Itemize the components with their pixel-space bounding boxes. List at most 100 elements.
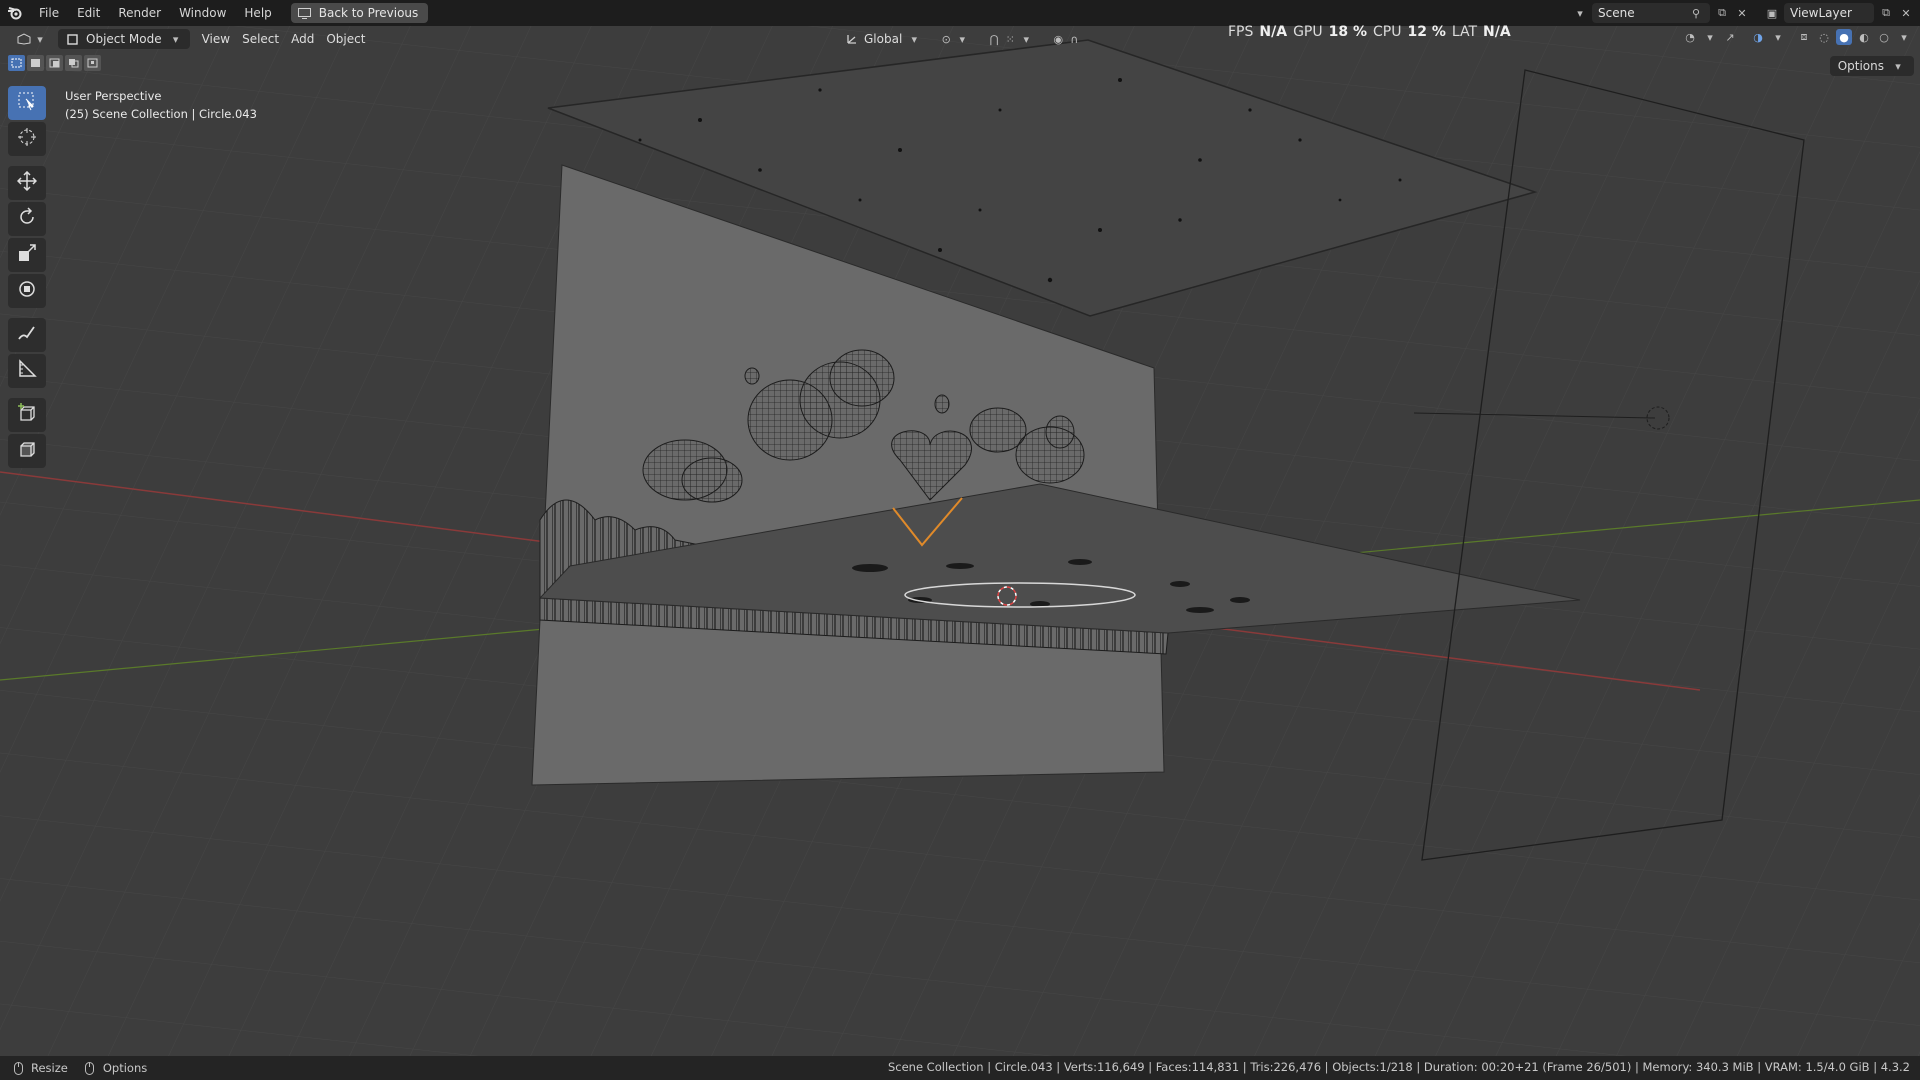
delete-view-layer-icon[interactable]: ✕ — [1898, 5, 1914, 21]
move-tool[interactable] — [8, 166, 46, 200]
chevron-down-icon: ▾ — [172, 32, 179, 46]
rendered-shading-icon[interactable]: ○ — [1876, 29, 1892, 45]
back-to-previous-button[interactable]: Back to Previous — [290, 3, 429, 23]
pivot-icon: ⊙ — [941, 32, 951, 46]
menu-object[interactable]: Object — [320, 29, 371, 49]
chevron-down-icon: ▾ — [911, 32, 918, 46]
perspective-label: User Perspective — [65, 89, 162, 103]
scene-name: Scene — [1598, 6, 1635, 20]
blender-window: File Edit Render Window Help Back to Pre… — [0, 0, 1920, 1080]
proportional-icon: ◉ — [1053, 32, 1064, 46]
resize-hint: Resize — [10, 1060, 68, 1076]
viewport-header: ▾ Object Mode ▾ View Select Add Object G… — [0, 26, 1920, 52]
add-cube-tool[interactable] — [8, 398, 46, 432]
scene-field[interactable]: Scene ⚲ — [1592, 3, 1710, 23]
wireframe-shading-icon[interactable]: ◌ — [1816, 29, 1832, 45]
add-cube-2-tool[interactable] — [8, 434, 46, 468]
gizmo-icon[interactable]: ↗ — [1722, 29, 1738, 45]
cpu-label: CPU — [1373, 24, 1402, 40]
orientation-label: Global — [864, 32, 903, 46]
menu-view[interactable]: View — [196, 29, 236, 49]
chevron-down-icon: ▾ — [959, 32, 966, 46]
transform-tool[interactable] — [8, 274, 46, 308]
delete-scene-icon[interactable]: ✕ — [1734, 5, 1750, 21]
editor-type-button[interactable]: ▾ — [10, 29, 54, 49]
mouse-right-icon — [82, 1060, 98, 1076]
magnet-icon: ⋂ — [989, 32, 999, 46]
menu-file[interactable]: File — [30, 0, 68, 26]
scene-statistics: Scene Collection | Circle.043 | Verts:11… — [887, 1060, 1910, 1074]
viewport-3d[interactable] — [0, 0, 1920, 1080]
annotate-tool[interactable] — [8, 318, 46, 352]
xray-icon[interactable]: ⧈ — [1796, 29, 1812, 45]
scale-tool[interactable] — [8, 238, 46, 272]
select-box-tool[interactable] — [8, 86, 46, 120]
viewport-info: User Perspective (25) Scene Collection |… — [65, 87, 257, 123]
falloff-icon: ∩ — [1070, 32, 1079, 46]
chevron-down-icon: ▾ — [1775, 30, 1781, 44]
select-intersect-icon[interactable] — [84, 55, 101, 71]
options-label: Options — [1837, 59, 1884, 73]
3d-viewport-icon — [16, 31, 32, 47]
scene-selector-icon[interactable]: ▾ — [1572, 5, 1588, 21]
pivot-point-dropdown[interactable]: ⊙ ▾ — [932, 29, 976, 49]
select-invert-icon[interactable] — [65, 55, 82, 71]
chevron-down-icon: ▾ — [1707, 30, 1713, 44]
lat-value: N/A — [1483, 24, 1511, 40]
options-hint: Options — [82, 1060, 147, 1076]
cpu-value: 12 % — [1407, 24, 1446, 40]
overlays-icon[interactable]: ◑ — [1750, 29, 1766, 45]
blender-logo-icon[interactable] — [0, 0, 30, 26]
transform-orientation-dropdown[interactable]: Global ▾ — [838, 29, 928, 49]
visibility-icon[interactable]: ◔ — [1682, 29, 1698, 45]
menu-select[interactable]: Select — [236, 29, 285, 49]
view-layer-name: ViewLayer — [1790, 6, 1852, 20]
proportional-editing-toggle[interactable]: ◉ ∩ — [1044, 29, 1088, 49]
cursor-icon — [17, 127, 37, 151]
solid-shading-icon[interactable]: ● — [1836, 29, 1852, 45]
gpu-label: GPU — [1293, 24, 1323, 40]
add-cube-icon — [17, 403, 37, 427]
select-box-icon — [17, 91, 37, 115]
object-mode-icon — [64, 31, 80, 47]
menu-add[interactable]: Add — [285, 29, 320, 49]
move-icon — [16, 170, 38, 195]
new-scene-icon[interactable]: ⧉ — [1714, 5, 1730, 21]
view-layer-field[interactable]: ViewLayer — [1784, 3, 1874, 23]
screen-icon — [297, 5, 313, 21]
select-new-icon[interactable] — [8, 55, 25, 71]
rotate-icon — [17, 207, 37, 231]
measure-ruler-icon — [17, 359, 37, 383]
collection-label: (25) Scene Collection | Circle.043 — [65, 107, 257, 121]
select-extend-icon[interactable] — [27, 55, 44, 71]
material-shading-icon[interactable]: ◐ — [1856, 29, 1872, 45]
orientation-axes-icon — [844, 31, 860, 47]
options-hint-label: Options — [102, 1061, 148, 1075]
chevron-down-icon: ▾ — [1023, 32, 1030, 46]
pin-icon[interactable]: ⚲ — [1688, 5, 1704, 21]
chevron-down-icon: ▾ — [1895, 59, 1901, 73]
snap-toggle[interactable]: ⋂ ⁙ ▾ — [980, 29, 1040, 49]
select-subtract-icon[interactable] — [46, 55, 63, 71]
options-dropdown[interactable]: Options ▾ — [1829, 56, 1914, 76]
top-right-controls: ▾ Scene ⚲ ⧉ ✕ ▣ ViewLayer ⧉ ✕ — [1572, 0, 1920, 26]
performance-stats: FPS N/A GPU 18 % CPU 12 % LAT N/A — [1228, 24, 1511, 40]
view-layer-selector-icon[interactable]: ▣ — [1764, 5, 1780, 21]
object-mode-label: Object Mode — [86, 32, 162, 46]
status-bar: Resize Options Scene Collection | Circle… — [0, 1056, 1920, 1080]
menu-render[interactable]: Render — [109, 0, 170, 26]
snap-grid-icon: ⁙ — [1005, 32, 1015, 46]
rotate-tool[interactable] — [8, 202, 46, 236]
new-view-layer-icon[interactable]: ⧉ — [1878, 5, 1894, 21]
object-mode-dropdown[interactable]: Object Mode ▾ — [58, 29, 190, 49]
scale-icon — [17, 243, 37, 267]
selection-mode-buttons — [8, 55, 101, 71]
menu-help[interactable]: Help — [235, 0, 280, 26]
measure-tool[interactable] — [8, 354, 46, 388]
menu-edit[interactable]: Edit — [68, 0, 109, 26]
menu-window[interactable]: Window — [170, 0, 235, 26]
cursor-tool[interactable] — [8, 122, 46, 156]
add-primitive-icon — [17, 439, 37, 463]
chevron-down-icon: ▾ — [1901, 30, 1907, 44]
back-to-previous-label: Back to Previous — [318, 6, 419, 20]
